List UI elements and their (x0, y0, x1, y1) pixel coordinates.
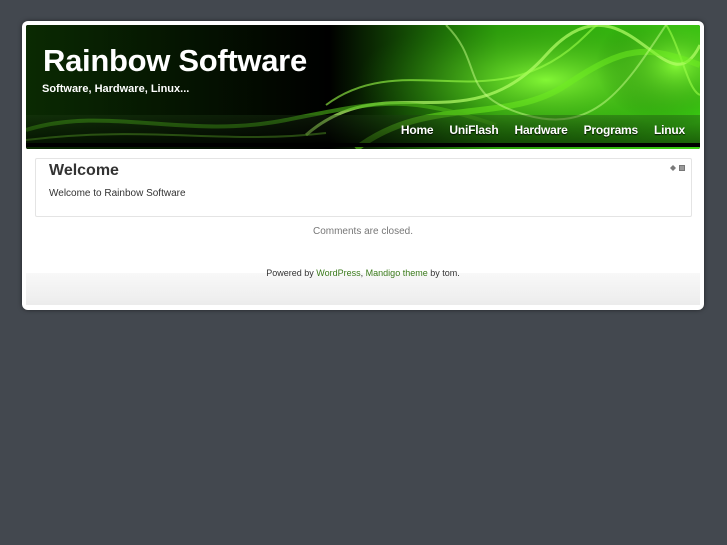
post-title[interactable]: Welcome (49, 162, 119, 180)
page-container: Rainbow Software Software, Hardware, Lin… (22, 21, 704, 310)
footer-credits: Powered by WordPress, Mandigo theme by t… (22, 268, 704, 278)
post-content: Welcome to Rainbow Software (49, 188, 186, 199)
nav-item-uniflash[interactable]: UniFlash (441, 121, 506, 139)
comments-closed-notice: Comments are closed. (312, 226, 414, 237)
author-text: by tom. (430, 268, 460, 278)
header-bottom-border (26, 143, 700, 147)
nav-item-programs[interactable]: Programs (576, 121, 646, 139)
nav-item-hardware[interactable]: Hardware (506, 121, 575, 139)
site-description: Software, Hardware, Linux... (42, 83, 190, 95)
post-controls (670, 165, 685, 171)
nav-item-linux[interactable]: Linux (646, 121, 693, 139)
collapse-icon[interactable] (670, 165, 676, 171)
main-nav: Home UniFlash Hardware Programs Linux (393, 121, 693, 139)
post-card: Welcome Welcome to Rainbow Software (35, 158, 692, 217)
theme-link[interactable]: Mandigo theme (366, 268, 428, 278)
close-icon[interactable] (679, 165, 685, 171)
wordpress-link[interactable]: WordPress (316, 268, 360, 278)
site-title[interactable]: Rainbow Software (43, 43, 307, 79)
credits-separator: , (360, 268, 364, 278)
nav-item-home[interactable]: Home (393, 121, 442, 139)
header-banner: Rainbow Software Software, Hardware, Lin… (26, 25, 700, 149)
powered-by-text: Powered by (266, 268, 314, 278)
